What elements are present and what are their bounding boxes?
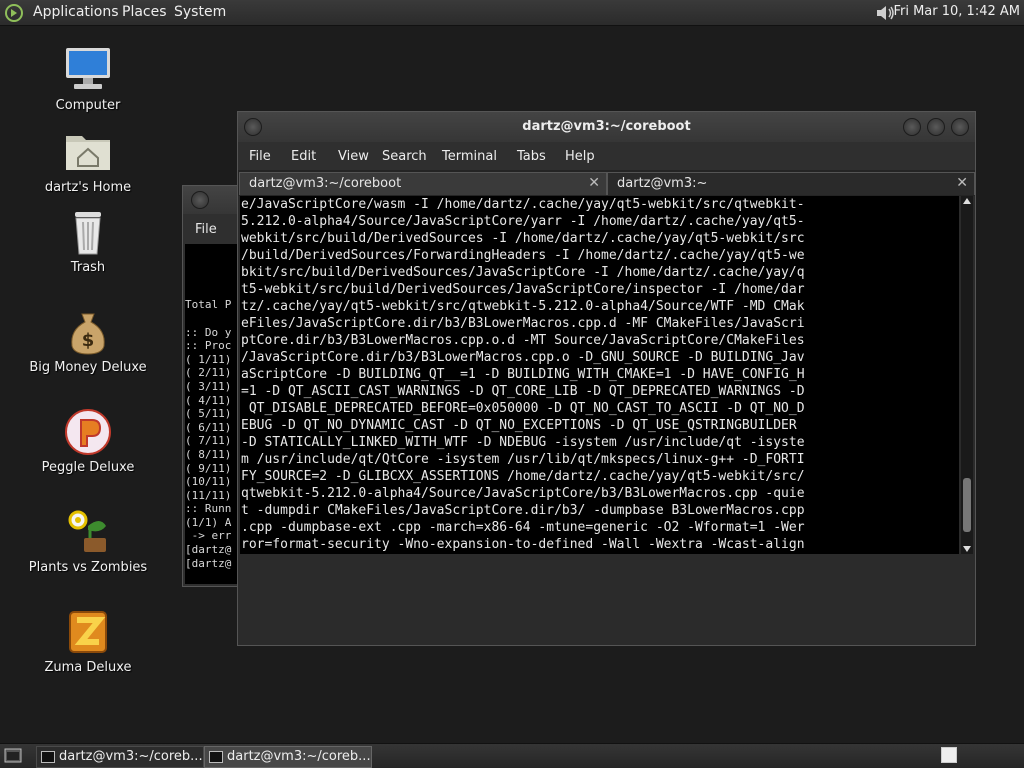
taskbar-item-label: dartz@vm3:~/coreb... — [59, 749, 203, 764]
terminal-output[interactable]: e/JavaScriptCore/wasm -I /home/dartz/.ca… — [240, 196, 959, 554]
top-panel: Applications Places System Fri Mar 10, 1… — [0, 0, 1024, 26]
plants-vs-zombies-icon — [64, 508, 112, 556]
desktop-icon-label: Plants vs Zombies — [28, 560, 148, 575]
back-terminal-window[interactable]: File Total P :: Do y :: Proc ( 1/11) ( 2… — [182, 185, 244, 587]
menu-view[interactable]: View — [338, 149, 369, 164]
desktop-icon-plants-vs-zombies[interactable]: Plants vs Zombies — [18, 508, 158, 575]
tab-label: dartz@vm3:~ — [617, 176, 708, 191]
close-button[interactable] — [951, 118, 969, 136]
menu-applications[interactable]: Applications — [33, 4, 119, 20]
desktop-icon-label: Computer — [55, 98, 121, 113]
desktop-icon-label: Trash — [70, 260, 106, 275]
desktop-icon-label: Big Money Deluxe — [29, 360, 147, 375]
workspace-switcher[interactable] — [941, 747, 957, 763]
menu-file[interactable]: File — [249, 149, 271, 164]
terminal-text: e/JavaScriptCore/wasm -I /home/dartz/.ca… — [241, 197, 805, 552]
tab-close-icon[interactable]: ✕ — [956, 175, 968, 191]
back-window-titlebar[interactable] — [183, 186, 243, 214]
desktop-icon-label: Zuma Deluxe — [44, 660, 132, 675]
money-bag-icon: $ — [64, 308, 112, 356]
gnome-foot-icon[interactable] — [4, 3, 24, 23]
scrollbar[interactable] — [961, 196, 973, 554]
menu-terminal[interactable]: Terminal — [442, 149, 497, 164]
back-terminal-text: Total P :: Do y :: Proc ( 1/11) ( 2/11) … — [185, 298, 232, 570]
taskbar-item-active[interactable]: dartz@vm3:~/coreb... — [204, 746, 372, 768]
menu-tabs[interactable]: Tabs — [517, 149, 546, 164]
menu-edit[interactable]: Edit — [291, 149, 316, 164]
main-terminal-window[interactable]: dartz@vm3:~/coreboot File Edit View Sear… — [237, 111, 976, 646]
desktop-icon-label: Peggle Deluxe — [41, 460, 135, 475]
window-titlebar[interactable]: dartz@vm3:~/coreboot — [238, 112, 975, 143]
terminal-icon — [41, 751, 55, 763]
tab-home[interactable]: dartz@vm3:~ ✕ — [607, 172, 975, 195]
computer-icon — [64, 46, 112, 94]
tab-label: dartz@vm3:~/coreboot — [249, 176, 402, 191]
bottom-panel: dartz@vm3:~/coreb... dartz@vm3:~/coreb..… — [0, 743, 1024, 768]
desktop-icon-computer[interactable]: Computer — [18, 46, 158, 113]
maximize-button[interactable] — [927, 118, 945, 136]
menu-places[interactable]: Places — [122, 4, 167, 20]
menubar: File Edit View Search Terminal Tabs Help — [238, 142, 975, 170]
menu-help[interactable]: Help — [565, 149, 595, 164]
tab-bar: dartz@vm3:~/coreboot ✕ dartz@vm3:~ ✕ — [238, 170, 975, 196]
scroll-up-arrow-icon[interactable] — [963, 198, 971, 204]
tab-close-icon[interactable]: ✕ — [588, 175, 600, 191]
desktop-icon-label: dartz's Home — [44, 180, 132, 195]
taskbar-item[interactable]: dartz@vm3:~/coreb... — [36, 746, 204, 768]
peggle-icon — [64, 408, 112, 456]
scrollbar-thumb[interactable] — [963, 478, 971, 532]
menu-search[interactable]: Search — [382, 149, 427, 164]
zuma-icon — [64, 608, 112, 656]
desktop-icon-home[interactable]: dartz's Home — [18, 128, 158, 195]
scroll-down-arrow-icon[interactable] — [963, 546, 971, 552]
back-menu-file[interactable]: File — [195, 222, 217, 237]
taskbar-item-label: dartz@vm3:~/coreb... — [227, 749, 371, 764]
terminal-icon — [209, 751, 223, 763]
back-terminal-output[interactable]: Total P :: Do y :: Proc ( 1/11) ( 2/11) … — [185, 244, 243, 584]
desktop-icon-big-money[interactable]: $ Big Money Deluxe — [18, 308, 158, 375]
home-folder-icon — [64, 128, 112, 176]
tab-coreboot[interactable]: dartz@vm3:~/coreboot ✕ — [239, 172, 607, 195]
window-title: dartz@vm3:~/coreboot — [522, 119, 691, 134]
minimize-button[interactable] — [903, 118, 921, 136]
desktop-icon-trash[interactable]: Trash — [18, 208, 158, 275]
svg-text:$: $ — [82, 330, 95, 351]
menu-system[interactable]: System — [174, 4, 226, 20]
show-desktop-icon[interactable] — [4, 748, 22, 764]
clock[interactable]: Fri Mar 10, 1:42 AM — [893, 4, 1020, 19]
desktop-icon-zuma[interactable]: Zuma Deluxe — [18, 608, 158, 675]
desktop-icon-peggle[interactable]: Peggle Deluxe — [18, 408, 158, 475]
trash-icon — [64, 208, 112, 256]
window-menu-button[interactable] — [191, 191, 209, 209]
